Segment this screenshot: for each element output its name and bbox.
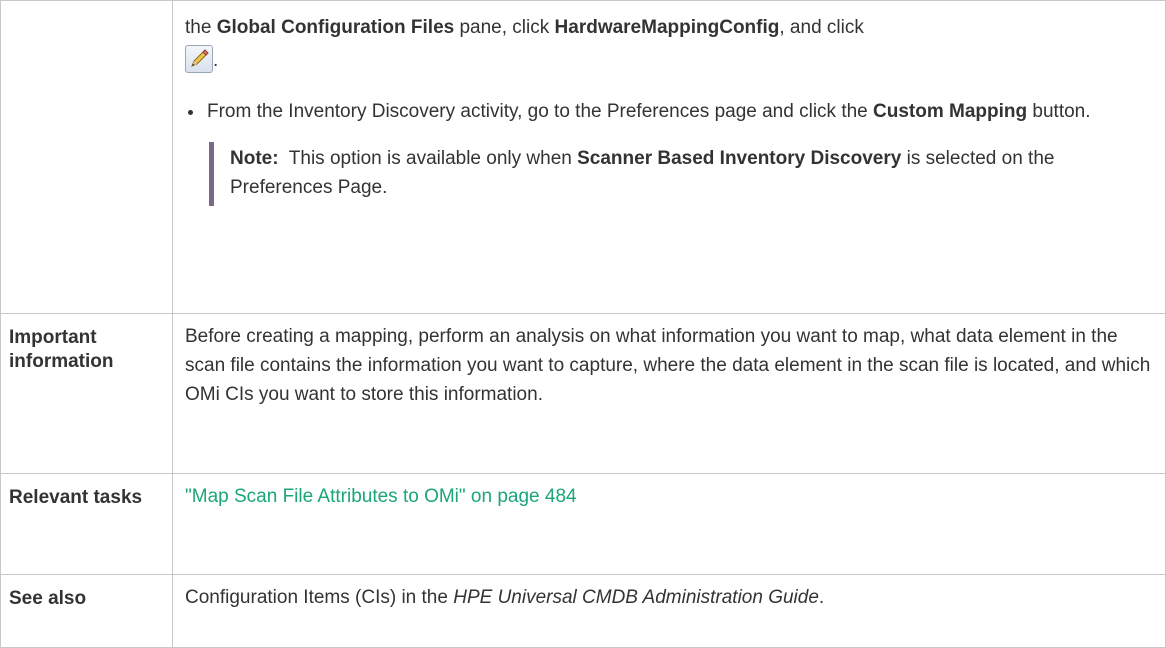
option-name: Scanner Based Inventory Discovery (577, 148, 902, 169)
note-label: Note: (230, 148, 279, 169)
text-span: button. (1027, 101, 1091, 122)
row-label: See also (0, 574, 173, 648)
row-label-empty (0, 0, 173, 314)
table-row: Important information Before creating a … (0, 313, 1166, 474)
text-span: , and click (779, 17, 864, 38)
text-span: This option is available only when (278, 148, 578, 169)
info-table: the Global Configuration Files pane, cli… (0, 0, 1166, 648)
row-content: Before creating a mapping, perform an an… (172, 313, 1166, 474)
pencil-edit-icon (185, 45, 213, 73)
text-span: . (213, 50, 219, 71)
text-span: Configuration Items (CIs) in the (185, 587, 454, 608)
text-span: . (818, 587, 825, 608)
row-content: Configuration Items (CIs) in the HPE Uni… (172, 574, 1166, 648)
row-label: Important information (0, 313, 173, 474)
row-content: "Map Scan File Attributes to OMi" on pag… (172, 473, 1166, 575)
pane-name: Global Configuration Files (216, 17, 455, 38)
table-row: Relevant tasks "Map Scan File Attributes… (0, 473, 1166, 575)
guide-title: HPE Universal CMDB Administration Guide (453, 587, 819, 608)
note-box: Note: This option is available only when… (209, 142, 1153, 206)
access-paragraph: the Global Configuration Files pane, cli… (185, 13, 1153, 75)
text-span: From the Inventory Discovery activity, g… (207, 101, 874, 122)
text-span: pane, click (454, 17, 555, 38)
table-row: the Global Configuration Files pane, cli… (0, 0, 1166, 314)
text-span: the (185, 17, 217, 38)
row-content-access: the Global Configuration Files pane, cli… (172, 0, 1166, 314)
bullet-list: From the Inventory Discovery activity, g… (185, 97, 1153, 126)
button-name: Custom Mapping (873, 101, 1028, 122)
list-item: From the Inventory Discovery activity, g… (205, 97, 1153, 126)
row-label: Relevant tasks (0, 473, 173, 575)
file-name: HardwareMappingConfig (554, 17, 780, 38)
related-task-link[interactable]: "Map Scan File Attributes to OMi" on pag… (185, 486, 577, 507)
table-row: See also Configuration Items (CIs) in th… (0, 574, 1166, 648)
